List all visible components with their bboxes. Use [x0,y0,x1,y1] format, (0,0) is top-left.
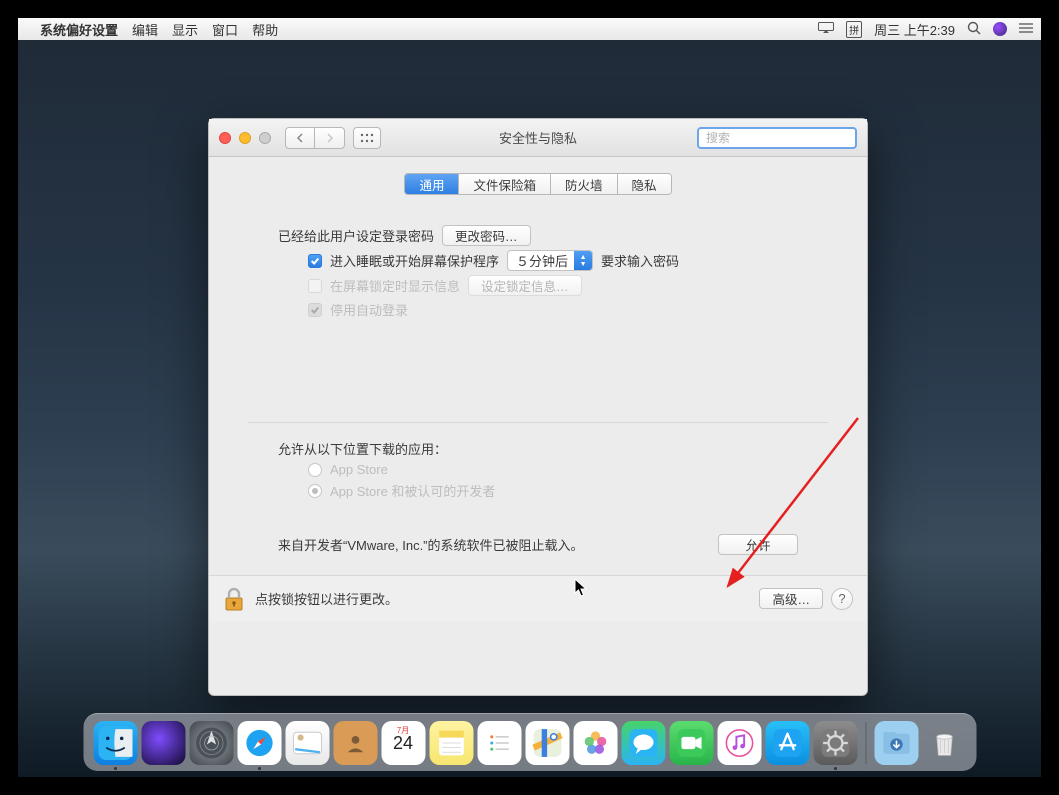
search-input[interactable] [706,131,861,145]
dock-maps[interactable] [525,721,569,765]
dock-notes[interactable] [429,721,473,765]
menu-window[interactable]: 窗口 [212,20,238,39]
dock-launchpad[interactable] [189,721,233,765]
change-password-button[interactable]: 更改密码… [442,225,531,246]
tab-general[interactable]: 通用 [405,174,459,194]
show-lock-message-label: 在屏幕锁定时显示信息 [330,276,460,295]
zoom-button[interactable] [259,132,271,144]
input-method-icon[interactable]: 拼 [846,21,862,38]
menu-edit[interactable]: 编辑 [132,20,158,39]
tab-privacy[interactable]: 隐私 [618,174,671,194]
titlebar: 安全性与隐私 [209,119,867,157]
require-password-label: 进入睡眠或开始屏幕保护程序 [330,251,499,270]
search-field[interactable] [697,127,857,149]
dock-siri[interactable] [141,721,185,765]
dock-downloads[interactable] [874,721,918,765]
dock-safari[interactable] [237,721,281,765]
login-password-set-label: 已经给此用户设定登录密码 [278,226,434,245]
tab-firewall[interactable]: 防火墙 [551,174,618,194]
nav-forward-button[interactable] [315,127,345,149]
dock-reminders[interactable] [477,721,521,765]
mouse-cursor-icon [574,578,588,598]
radio-appstore [308,463,322,477]
require-password-suffix: 要求输入密码 [601,251,679,270]
dock-itunes[interactable] [717,721,761,765]
show-lock-message-checkbox [308,279,322,293]
airplay-icon[interactable] [818,22,834,37]
allow-apps-heading: 允许从以下位置下载的应用： [278,439,798,458]
dock-contacts[interactable] [333,721,377,765]
allow-button[interactable]: 允许 [718,534,798,555]
show-all-button[interactable] [353,127,381,149]
menubar: 系统偏好设置 编辑 显示 窗口 帮助 拼 周三 上午2:39 [18,18,1041,40]
stepper-arrows-icon: ▲▼ [574,251,592,270]
blocked-kext-message: 来自开发者“VMware, Inc.”的系统软件已被阻止载入。 [278,535,584,554]
dock-finder[interactable] [93,721,137,765]
dock-appstore[interactable] [765,721,809,765]
disable-autologin-checkbox [308,303,322,317]
set-lock-message-button: 设定锁定信息… [468,275,582,296]
advanced-button[interactable]: 高级… [759,588,823,609]
tab-bar: 通用 文件保险箱 防火墙 隐私 [404,173,671,195]
menu-view[interactable]: 显示 [172,20,198,39]
window-footer: 点按锁按钮以进行更改。 高级… ? [209,575,867,621]
dock-photos[interactable] [573,721,617,765]
dock-trash[interactable] [922,721,966,765]
require-password-checkbox[interactable] [308,254,322,268]
minimize-button[interactable] [239,132,251,144]
lock-help-text: 点按锁按钮以进行更改。 [255,589,398,608]
dock-system-preferences[interactable] [813,721,857,765]
nav-back-button[interactable] [285,127,315,149]
close-button[interactable] [219,132,231,144]
app-name[interactable]: 系统偏好设置 [40,20,118,39]
clock[interactable]: 周三 上午2:39 [874,20,955,39]
dock-separator [865,722,866,764]
security-privacy-window: 安全性与隐私 通用 文件保险箱 防火墙 隐私 已经给此用户设定登录密码 更改密码… [208,118,868,696]
dock: 7月 24 [83,713,976,771]
radio-appstore-label: App Store [330,462,388,477]
menu-help[interactable]: 帮助 [252,20,278,39]
dock-messages[interactable] [621,721,665,765]
dock-calendar[interactable]: 7月 24 [381,721,425,765]
disable-autologin-label: 停用自动登录 [330,300,408,319]
tab-filevault[interactable]: 文件保险箱 [459,174,551,194]
notification-center-icon[interactable] [1019,22,1033,37]
spotlight-icon[interactable] [967,21,981,38]
help-button[interactable]: ? [831,588,853,610]
dock-facetime[interactable] [669,721,713,765]
radio-identified-label: App Store 和被认可的开发者 [330,481,495,500]
radio-identified-developers [308,484,322,498]
siri-icon[interactable] [993,22,1007,36]
require-password-delay-select[interactable]: ５分钟后 ▲▼ [507,250,593,271]
lock-icon[interactable] [223,586,245,612]
dock-mail[interactable] [285,721,329,765]
